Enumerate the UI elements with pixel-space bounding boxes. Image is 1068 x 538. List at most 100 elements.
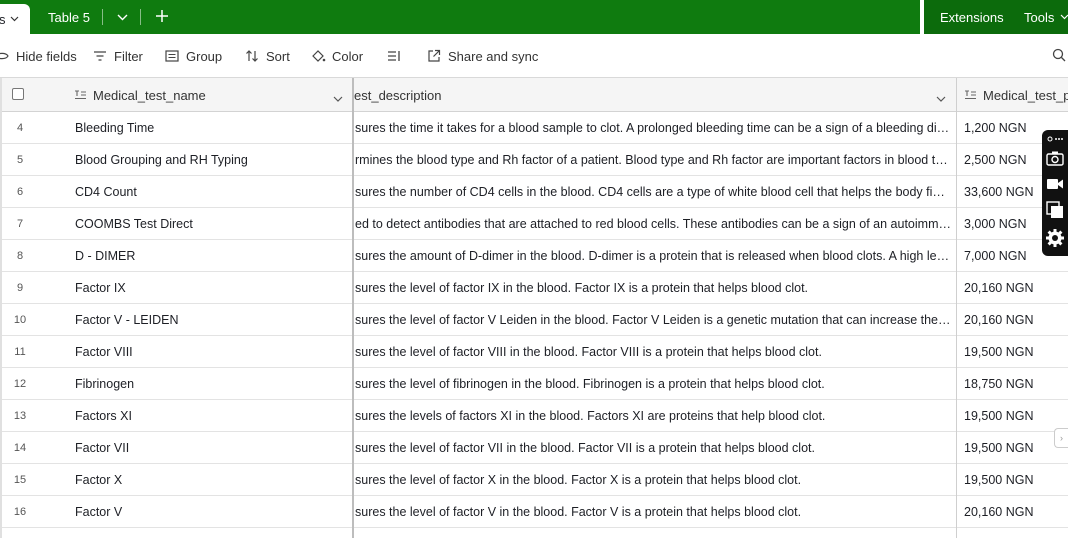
cell-test-description[interactable]: sures the level of factor VII in the blo… (355, 432, 951, 464)
filter-button[interactable]: Filter (92, 34, 143, 78)
row-number: 6 (16, 186, 24, 198)
cell-test-name[interactable]: Blood Grouping and RH Typing (75, 144, 345, 176)
table-row[interactable]: 5 Blood Grouping and RH Typing rmines the … (0, 144, 1068, 176)
table-tab-bar: s Table 5 Extensions Tools (0, 0, 1068, 34)
table-row[interactable]: 14 Factor VII sures the level of factor VI… (0, 432, 1068, 464)
cell-test-name[interactable]: D - DIMER (75, 240, 345, 272)
cell-test-name[interactable]: Factor V - LEIDEN (75, 304, 345, 336)
row-height-button[interactable] (386, 34, 408, 78)
video-icon[interactable] (1045, 174, 1065, 194)
chevron-down-icon[interactable] (936, 90, 946, 108)
cell-test-description[interactable]: sures the amount of D-dimer in the blood… (355, 240, 951, 272)
tables-dropdown-button[interactable] (112, 0, 132, 34)
table-row[interactable]: 7 COOMBS Test Direct ed to detect antibodi… (0, 208, 1068, 240)
cell-test-price[interactable]: 20,160 NGN (964, 272, 1068, 304)
cell-test-description[interactable]: sures the level of factor VIII in the bl… (355, 336, 951, 368)
row-number: 5 (16, 154, 24, 166)
cell-test-price[interactable]: 19,500 NGN (964, 464, 1068, 496)
table-row[interactable]: 11 Factor VIII sures the level of factor V… (0, 336, 1068, 368)
cell-test-price[interactable]: 19,500 NGN (964, 432, 1068, 464)
cell-test-description[interactable]: sures the level of factor V Leiden in th… (355, 304, 951, 336)
eye-off-icon (0, 48, 10, 64)
settings-icon[interactable] (1045, 228, 1065, 248)
extensions-button[interactable]: Extensions (940, 0, 1004, 34)
cell-test-description[interactable]: sures the level of fibrinogen in the blo… (355, 368, 951, 400)
color-button[interactable]: Color (310, 34, 363, 78)
cell-test-price[interactable]: 20,160 NGN (964, 304, 1068, 336)
table-row[interactable]: 15 Factor X sures the level of factor X in… (0, 464, 1068, 496)
add-table-button[interactable] (150, 0, 174, 34)
cell-test-price[interactable]: 18,750 NGN (964, 368, 1068, 400)
cell-test-name[interactable]: Factor IX (75, 272, 345, 304)
cell-test-description[interactable]: sures the number of CD4 cells in the blo… (355, 176, 951, 208)
table-row[interactable]: 10 Factor V - LEIDEN sures the level of fa… (0, 304, 1068, 336)
grid-left-border (0, 78, 2, 538)
share-label: Share and sync (448, 48, 539, 64)
group-button[interactable]: Group (164, 34, 222, 78)
select-all-checkbox[interactable] (12, 88, 24, 100)
frozen-column-divider[interactable] (352, 78, 354, 538)
table-row[interactable]: 13 Factors XI sures the levels of factors … (0, 400, 1068, 432)
grid-body: 4 Bleeding Time sures the time it takes fo… (0, 112, 1068, 538)
column-header-description[interactable]: est_description (354, 78, 441, 112)
cell-test-name[interactable]: Factor VIII (75, 336, 345, 368)
tab-previous-table[interactable]: s (0, 4, 30, 34)
chevron-down-icon[interactable] (333, 90, 343, 108)
cell-test-description[interactable]: sures the level of factor V in the blood… (355, 496, 951, 528)
cell-test-name[interactable]: COOMBS Test Direct (75, 208, 345, 240)
cell-test-name[interactable]: Bleeding Time (75, 112, 345, 144)
row-number: 10 (13, 314, 27, 326)
share-and-sync-button[interactable]: Share and sync (426, 34, 538, 78)
cell-test-name[interactable]: Factor X (75, 464, 345, 496)
cell-test-description[interactable]: sures the levels of factors XI in the bl… (355, 400, 951, 432)
cell-test-description[interactable]: sures the time it takes for a blood samp… (355, 112, 951, 144)
table-row[interactable]: 9 Factor IX sures the level of factor IX i… (0, 272, 1068, 304)
camera-icon[interactable] (1045, 148, 1065, 168)
cell-test-name[interactable]: Factors XI (75, 400, 345, 432)
tools-label: Tools (1024, 9, 1055, 25)
column-header-name[interactable]: Medical_test_name (74, 78, 206, 112)
row-number: 16 (13, 506, 27, 518)
sort-label: Sort (266, 48, 290, 64)
long-text-icon (964, 89, 977, 101)
tools-button[interactable]: Tools (1024, 0, 1068, 34)
hide-fields-button[interactable]: Hide fields (0, 34, 77, 78)
table-row[interactable]: 16 Factor V sures the level of factor V in… (0, 496, 1068, 528)
table-row[interactable]: 12 Fibrinogen sures the level of fibrinoge… (0, 368, 1068, 400)
link-icon[interactable] (1045, 132, 1065, 146)
cell-test-name[interactable]: Factor VII (75, 432, 345, 464)
table-row[interactable]: 4 Bleeding Time sures the time it takes fo… (0, 112, 1068, 144)
cell-test-description[interactable]: rmines the blood type and Rh factor of a… (355, 144, 951, 176)
column-price-label: Medical_test_p (983, 87, 1068, 103)
tab-divider (102, 9, 103, 25)
row-number: 9 (16, 282, 24, 294)
table-row[interactable]: 8 D - DIMER sures the amount of D-dimer in… (0, 240, 1068, 272)
top-right-menu: Extensions Tools (920, 0, 1068, 34)
cell-test-price[interactable]: 20,160 NGN (964, 496, 1068, 528)
sort-icon (244, 48, 260, 64)
cell-test-price[interactable]: 19,500 NGN (964, 400, 1068, 432)
cell-test-name[interactable]: Fibrinogen (75, 368, 345, 400)
sort-button[interactable]: Sort (244, 34, 290, 78)
paint-bucket-icon (310, 48, 326, 64)
hide-fields-label: Hide fields (16, 48, 77, 64)
cell-test-description[interactable]: sures the level of factor IX in the bloo… (355, 272, 951, 304)
cell-test-description[interactable]: ed to detect antibodies that are attache… (355, 208, 951, 240)
grid-header-row: Medical_test_name est_description Medica… (0, 78, 1068, 112)
table-row[interactable]: 6 CD4 Count sures the number of CD4 cells … (0, 176, 1068, 208)
plus-icon (155, 6, 169, 29)
chevron-down-icon[interactable] (10, 14, 19, 25)
side-panel-toggle[interactable]: › (1054, 428, 1068, 448)
column-header-price[interactable]: Medical_test_p (964, 78, 1068, 112)
copy-icon[interactable] (1045, 200, 1065, 220)
tab-previous-label: s (0, 11, 6, 27)
row-number: 15 (13, 474, 27, 486)
search-icon[interactable] (1052, 48, 1066, 67)
tab-table-5[interactable]: Table 5 (48, 0, 90, 34)
cell-test-name[interactable]: Factor V (75, 496, 345, 528)
cell-test-description[interactable]: sures the level of factor X in the blood… (355, 464, 951, 496)
chevron-down-icon (1060, 12, 1068, 23)
column-name-label: Medical_test_name (93, 87, 206, 103)
cell-test-price[interactable]: 19,500 NGN (964, 336, 1068, 368)
cell-test-name[interactable]: CD4 Count (75, 176, 345, 208)
